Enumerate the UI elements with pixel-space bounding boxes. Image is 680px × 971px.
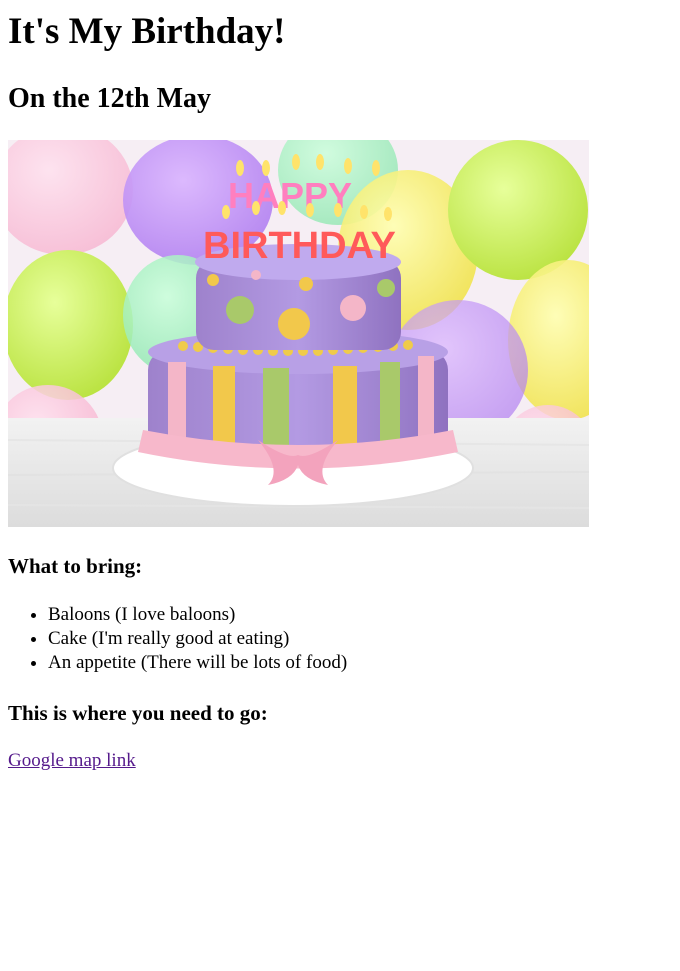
birthday-candle-text: BIRTHDAY: [203, 225, 396, 267]
list-item: Cake (I'm really good at eating): [48, 627, 672, 651]
directions-heading: This is where you need to go:: [8, 701, 268, 725]
happy-candle-text: HAPPY: [228, 175, 352, 216]
bring-list: Baloons (I love baloons) Cake (I'm reall…: [8, 603, 672, 675]
page-subtitle: On the 12th May: [8, 83, 211, 114]
list-item: An appetite (There will be lots of food): [48, 651, 672, 675]
google-map-link[interactable]: Google map link: [8, 749, 136, 773]
list-item: Baloons (I love baloons): [48, 603, 672, 627]
page-title: It's My Birthday!: [8, 11, 286, 52]
birthday-cake-image: HAPPY BIRTHDAY: [8, 140, 589, 527]
bring-heading: What to bring:: [8, 554, 143, 578]
